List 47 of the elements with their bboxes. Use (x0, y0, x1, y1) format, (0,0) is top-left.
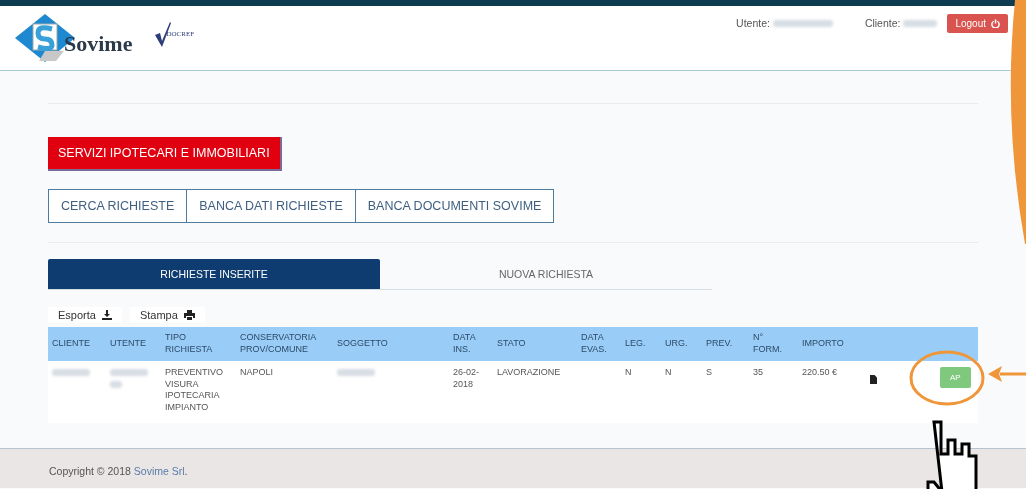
pointer-arrow (988, 364, 1026, 384)
column-header: N° FORM. (752, 332, 783, 356)
column-header: PREV. (705, 338, 734, 350)
company-link[interactable]: Sovime Srl (133, 465, 185, 477)
user-label: Utente: (736, 17, 770, 29)
client-label: Cliente: (864, 17, 901, 29)
power-icon (991, 18, 1000, 28)
tab[interactable]: RICHIESTE INSERITE (48, 259, 380, 289)
table-cell-text: 35 (752, 366, 764, 379)
column-header: STATO (496, 338, 527, 350)
print-button[interactable]: Stampa (129, 307, 205, 323)
export-button[interactable]: Esporta (48, 307, 122, 323)
column-header: IMPORTO (801, 338, 845, 350)
logo-text: Sovime (64, 31, 133, 57)
table-cell-text: NAPOLI (239, 366, 274, 379)
column-header: LEG. (624, 338, 647, 350)
logout-button[interactable]: Logout (947, 13, 1008, 33)
redacted-text (903, 19, 938, 27)
download-icon (101, 310, 112, 320)
table-cell-text: N (624, 366, 633, 379)
section-button[interactable]: SERVIZI IPOTECARI E IMMOBILIARI (48, 137, 282, 171)
column-header: DATA INS. (452, 332, 477, 356)
redacted-text (110, 369, 148, 377)
column-header: SOGGETTO (336, 338, 389, 350)
document-icon (869, 374, 877, 384)
table-cell-text: LAVORAZIONE (496, 366, 562, 379)
column-header: CLIENTE (51, 338, 91, 350)
table-cell-text: 220.50 € (801, 366, 839, 379)
tab[interactable]: NUOVA RICHIESTA (380, 259, 712, 289)
column-header: TIPO RICHIESTA (164, 332, 214, 356)
nav-button[interactable]: BANCA DATI RICHIESTE (187, 189, 356, 223)
nav-button[interactable]: CERCA RICHIESTE (48, 189, 188, 223)
table-cell-text: PREVENTIVO VISURA IPOTECARIA IMPIANTO (164, 366, 224, 414)
table-cell-text: 26-02-2018 (452, 366, 480, 391)
copyright-text: Copyright © 2018 Sovime Srl. (49, 465, 188, 477)
column-header: UTENTE (109, 338, 147, 350)
redacted-text (110, 380, 122, 388)
table-cell-text: N (664, 366, 673, 379)
redacted-text (772, 19, 833, 27)
nav-button[interactable]: BANCA DOCUMENTI SOVIME (355, 189, 555, 223)
table-cell-text: S (705, 366, 713, 379)
column-header: CONSERVATORIA PROV/COMUNE (239, 332, 317, 356)
redacted-text (337, 369, 375, 377)
print-icon (183, 310, 195, 320)
redacted-text (52, 369, 90, 377)
column-header: DATA EVAS. (580, 332, 608, 356)
column-header: URG. (664, 338, 689, 350)
